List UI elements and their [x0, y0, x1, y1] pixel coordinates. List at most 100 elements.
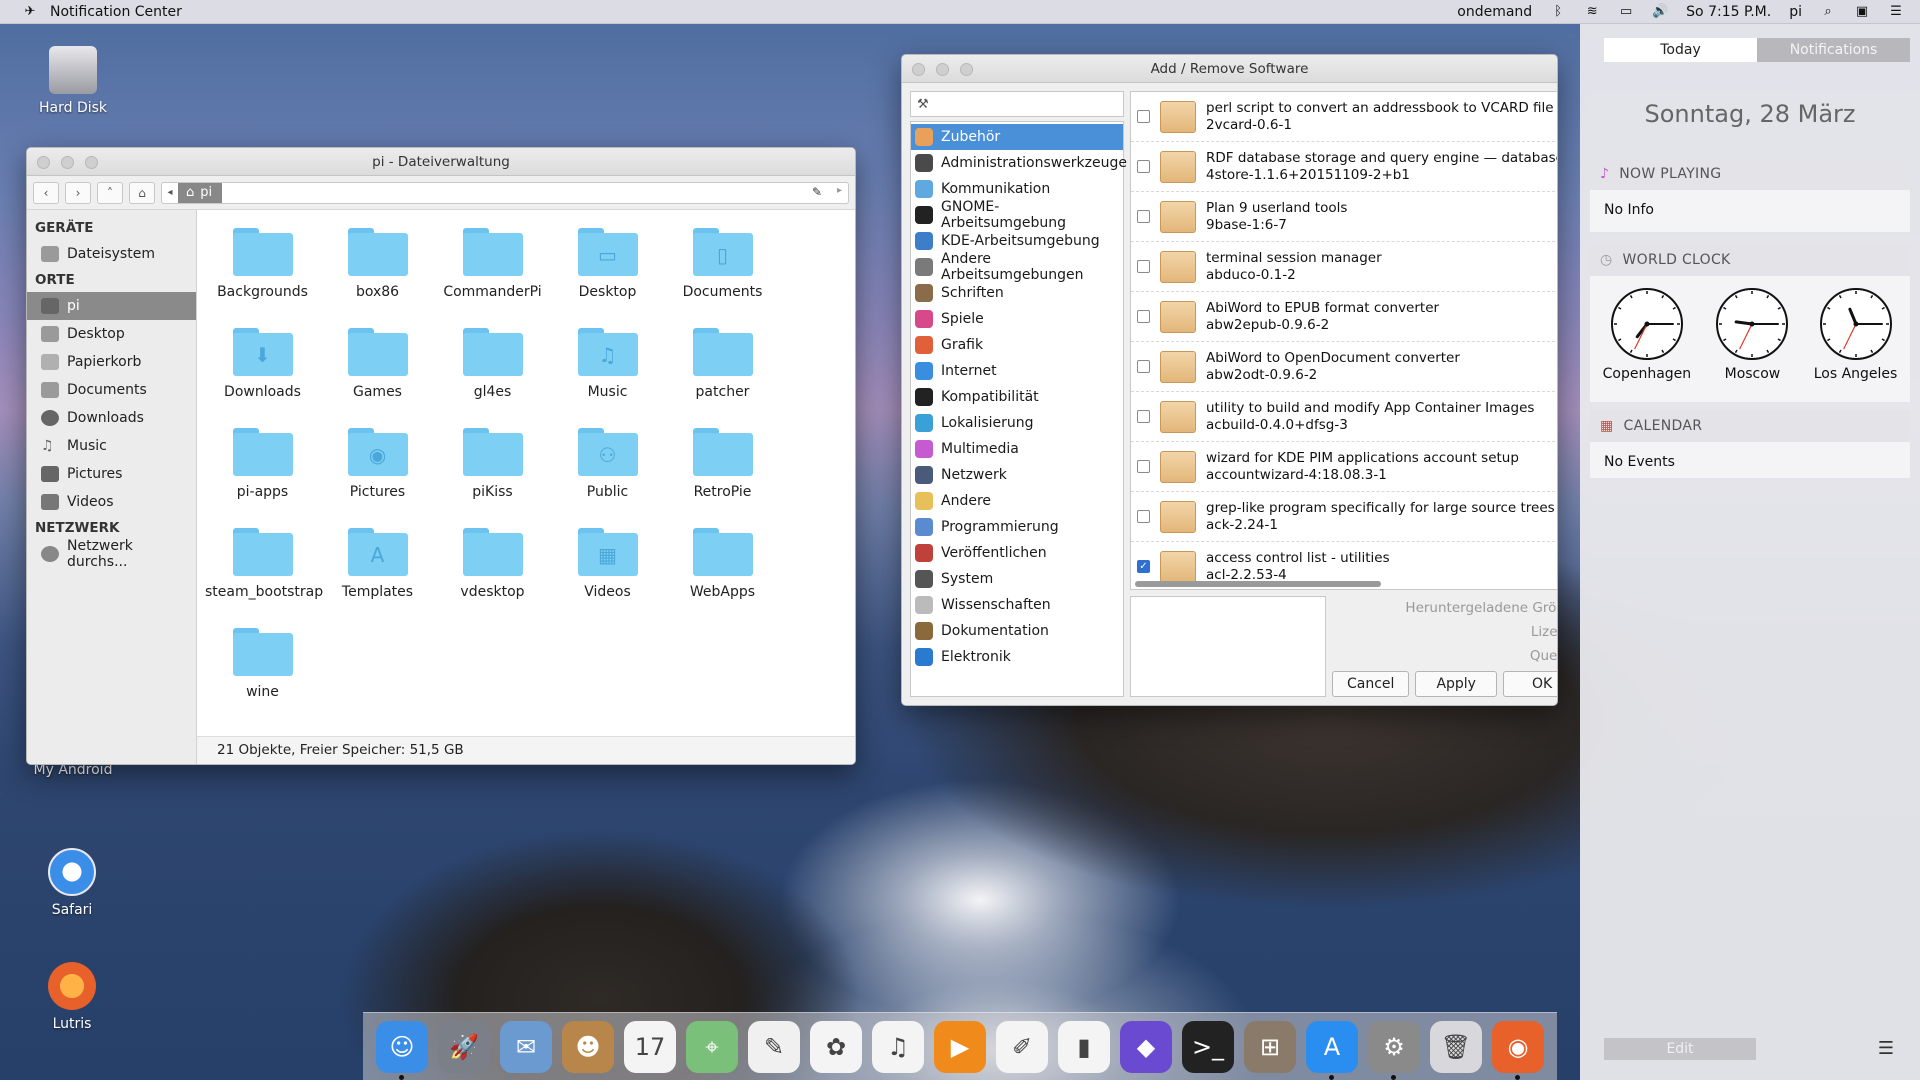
sidebar-item-dateisystem[interactable]: Dateisystem: [27, 240, 196, 268]
category-item[interactable]: Netzwerk: [911, 462, 1123, 488]
category-item[interactable]: Kompatibilität: [911, 384, 1123, 410]
category-item[interactable]: Administrationswerkzeuge: [911, 150, 1127, 176]
package-row[interactable]: RDF database storage and query engine — …: [1131, 142, 1557, 192]
edit-path-icon[interactable]: ✎: [812, 185, 822, 199]
sidebar-item-music[interactable]: ♫ Music: [27, 432, 196, 460]
apply-button[interactable]: Apply: [1415, 671, 1497, 697]
category-item[interactable]: Zubehör: [911, 124, 1123, 150]
close-button[interactable]: [37, 156, 50, 169]
file-item[interactable]: Games: [320, 328, 435, 428]
package-row[interactable]: utility to build and modify App Containe…: [1131, 392, 1557, 442]
package-search-input[interactable]: ⚒: [910, 91, 1124, 117]
notes-icon[interactable]: ✎: [748, 1020, 800, 1073]
list-icon[interactable]: ☰: [1876, 1038, 1896, 1060]
file-item[interactable]: piKiss: [435, 428, 550, 528]
file-item[interactable]: ▭ Desktop: [550, 228, 665, 328]
file-item[interactable]: CommanderPi: [435, 228, 550, 328]
package-row[interactable]: wizard for KDE PIM applications account …: [1131, 442, 1557, 492]
package-checkbox[interactable]: [1137, 460, 1150, 473]
app-store-icon[interactable]: A: [1306, 1020, 1358, 1080]
media-player-icon[interactable]: ▶: [934, 1020, 986, 1073]
category-item[interactable]: Dokumentation: [911, 618, 1123, 644]
category-item[interactable]: Internet: [911, 358, 1123, 384]
sidebar-item-desktop[interactable]: Desktop: [27, 320, 196, 348]
minimize-button[interactable]: [936, 63, 949, 76]
music-icon[interactable]: ♫: [872, 1020, 924, 1073]
category-item[interactable]: Schriften: [911, 280, 1123, 306]
path-segment-pi[interactable]: ⌂ pi: [178, 182, 223, 203]
sidebar-item-documents[interactable]: Documents: [27, 376, 196, 404]
file-item[interactable]: box86: [320, 228, 435, 328]
path-scroll-right-icon[interactable]: ▸: [837, 185, 842, 196]
package-row[interactable]: terminal session manager abduco-0.1-2: [1131, 242, 1557, 292]
menubar-user[interactable]: pi: [1789, 4, 1802, 20]
horizontal-scrollbar[interactable]: [1135, 581, 1381, 587]
package-checkbox[interactable]: [1137, 110, 1150, 123]
package-checkbox[interactable]: [1137, 410, 1150, 423]
battery-icon[interactable]: ▭: [1618, 4, 1634, 19]
file-item[interactable]: ◉ Pictures: [320, 428, 435, 528]
finder-icon[interactable]: ☺: [376, 1020, 428, 1080]
calendar-icon[interactable]: 17: [624, 1020, 676, 1073]
contacts-icon[interactable]: ☻: [562, 1020, 614, 1073]
user-status[interactable]: ondemand: [1457, 4, 1532, 20]
sidebar-item-network[interactable]: Netzwerk durchs...: [27, 538, 196, 570]
file-item[interactable]: patcher: [665, 328, 780, 428]
package-row[interactable]: AbiWord to EPUB format converter abw2epub…: [1131, 292, 1557, 342]
file-item[interactable]: Backgrounds: [205, 228, 320, 328]
category-item[interactable]: GNOME-Arbeitsumgebung: [911, 199, 1123, 231]
close-button[interactable]: [912, 63, 925, 76]
file-item[interactable]: ♫ Music: [550, 328, 665, 428]
list-icon[interactable]: ☰: [1888, 4, 1904, 19]
desktop-icon-safari[interactable]: Safari: [17, 848, 127, 918]
tab-notifications[interactable]: Notifications: [1757, 38, 1910, 62]
desktop-icon-lutris[interactable]: Lutris: [17, 962, 127, 1032]
file-manager-titlebar[interactable]: pi - Dateiverwaltung: [27, 148, 855, 176]
ok-button[interactable]: OK: [1502, 671, 1557, 697]
file-item[interactable]: WebApps: [665, 528, 780, 628]
text-editor-icon[interactable]: ✐: [996, 1020, 1048, 1073]
spreadsheet-icon[interactable]: ▮: [1058, 1020, 1110, 1073]
search-icon[interactable]: ⌕: [1820, 4, 1836, 19]
file-item[interactable]: A Templates: [320, 528, 435, 628]
cancel-button[interactable]: Cancel: [1332, 671, 1410, 697]
launchpad-icon[interactable]: 🚀: [438, 1020, 490, 1073]
forward-button[interactable]: ›: [65, 181, 91, 204]
terminal-icon[interactable]: >_: [1182, 1020, 1234, 1073]
category-item[interactable]: Wissenschaften: [911, 592, 1123, 618]
minimize-button[interactable]: [61, 156, 74, 169]
file-item[interactable]: ▯ Documents: [665, 228, 780, 328]
trash-icon[interactable]: 🗑: [1430, 1020, 1482, 1073]
package-checkbox[interactable]: [1137, 360, 1150, 373]
file-item[interactable]: steam_bootstrap: [205, 528, 323, 628]
category-item[interactable]: Lokalisierung: [911, 410, 1123, 436]
file-item[interactable]: RetroPie: [665, 428, 780, 528]
software-titlebar[interactable]: Add / Remove Software: [902, 55, 1557, 83]
system-preferences-icon[interactable]: ⚙: [1368, 1020, 1420, 1080]
category-item[interactable]: Programmierung: [911, 514, 1123, 540]
file-item[interactable]: vdesktop: [435, 528, 550, 628]
volume-icon[interactable]: 🔊: [1652, 4, 1668, 19]
category-item[interactable]: Andere Arbeitsumgebungen: [911, 251, 1123, 283]
calculator-icon[interactable]: ⊞: [1244, 1020, 1296, 1073]
menubar-clock[interactable]: So 7:15 P.M.: [1686, 4, 1771, 20]
package-row[interactable]: Plan 9 userland tools 9base-1:6-7: [1131, 192, 1557, 242]
file-item[interactable]: ⚇ Public: [550, 428, 665, 528]
category-item[interactable]: Spiele: [911, 306, 1123, 332]
up-button[interactable]: ˄: [97, 181, 123, 204]
photos-icon[interactable]: ✿: [810, 1020, 862, 1073]
category-item[interactable]: System: [911, 566, 1123, 592]
home-button[interactable]: ⌂: [129, 181, 155, 204]
sidebar-item-videos[interactable]: Videos: [27, 488, 196, 516]
package-checkbox[interactable]: [1137, 160, 1150, 173]
package-checkbox[interactable]: [1137, 210, 1150, 223]
rocket-menu-icon[interactable]: ✈: [22, 4, 38, 19]
package-checkbox[interactable]: [1137, 260, 1150, 273]
wifi-icon[interactable]: ≋: [1584, 4, 1600, 19]
category-item[interactable]: Grafik: [911, 332, 1123, 358]
package-row[interactable]: grep-like program specifically for large…: [1131, 492, 1557, 542]
sidebar-item-pictures[interactable]: Pictures: [27, 460, 196, 488]
screenshot-icon[interactable]: ◆: [1120, 1020, 1172, 1073]
category-item[interactable]: Elektronik: [911, 644, 1123, 670]
desktop-icon-hard-disk[interactable]: Hard Disk: [18, 46, 128, 116]
